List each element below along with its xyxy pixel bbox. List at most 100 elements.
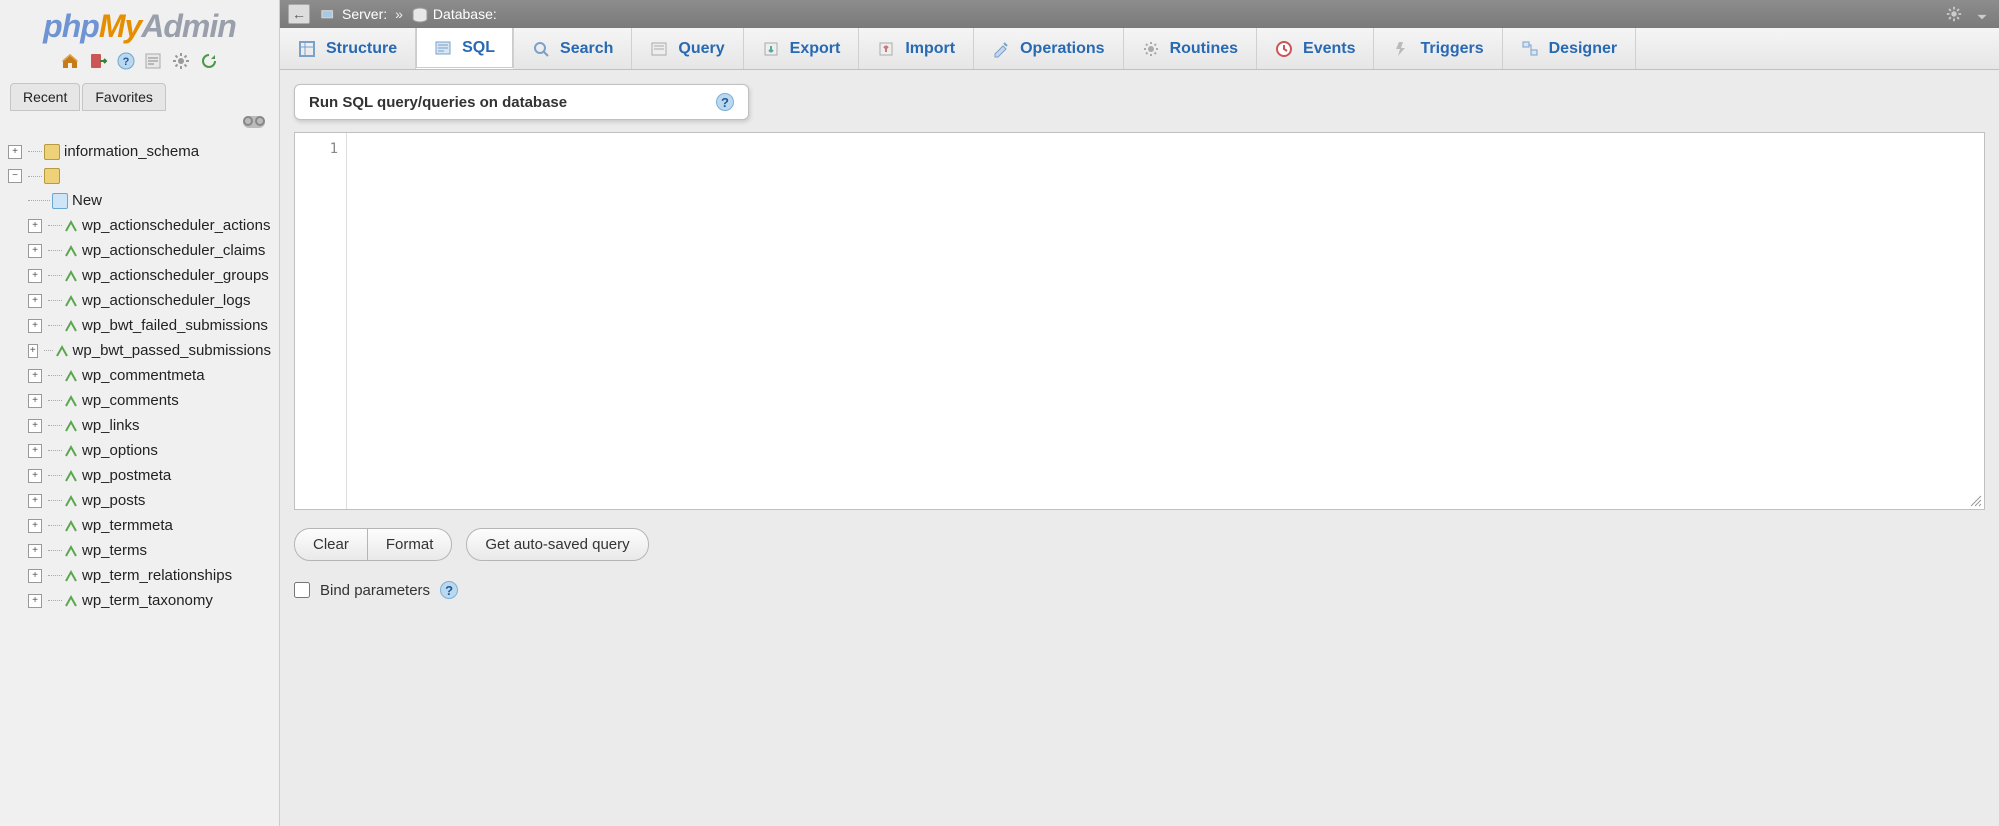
expand-icon[interactable]: + bbox=[28, 494, 42, 508]
expand-icon[interactable]: + bbox=[28, 519, 42, 533]
tree-table[interactable]: + wp_bwt_failed_submissions bbox=[26, 313, 273, 338]
tree-line bbox=[48, 500, 62, 501]
sql-icon[interactable] bbox=[143, 51, 163, 71]
tab-export[interactable]: Export bbox=[744, 28, 860, 69]
tree-table[interactable]: +wp_options bbox=[26, 438, 273, 463]
home-icon[interactable] bbox=[60, 51, 80, 71]
resize-handle-icon[interactable] bbox=[1968, 493, 1982, 507]
expand-icon[interactable]: + bbox=[28, 219, 42, 233]
clear-button[interactable]: Clear bbox=[294, 528, 368, 561]
table-icon bbox=[64, 369, 78, 383]
collapse-icon[interactable]: − bbox=[8, 169, 22, 183]
format-button[interactable]: Format bbox=[368, 528, 453, 561]
tab-operations[interactable]: Operations bbox=[974, 28, 1123, 69]
expand-icon[interactable]: + bbox=[28, 244, 42, 258]
help-icon[interactable]: ? bbox=[440, 581, 458, 599]
expand-icon[interactable]: + bbox=[28, 569, 42, 583]
reload-icon[interactable] bbox=[199, 51, 219, 71]
expand-icon[interactable]: + bbox=[8, 145, 22, 159]
expand-icon[interactable]: + bbox=[28, 294, 42, 308]
svg-text:?: ? bbox=[122, 56, 129, 68]
expand-icon[interactable]: + bbox=[28, 369, 42, 383]
expand-icon[interactable]: + bbox=[28, 319, 42, 333]
tree-table[interactable]: + wp_actionscheduler_groups bbox=[26, 263, 273, 288]
tree-line bbox=[28, 200, 50, 201]
tree-line bbox=[48, 300, 62, 301]
tab-import[interactable]: Import bbox=[859, 28, 974, 69]
sql-textarea[interactable] bbox=[347, 133, 1984, 509]
table-icon bbox=[64, 444, 78, 458]
tab-label: Operations bbox=[1020, 40, 1104, 58]
collapse-top-icon[interactable] bbox=[1973, 5, 1991, 23]
tree-table-label: wp_actionscheduler_actions bbox=[82, 217, 270, 234]
nav-panel-link-icon[interactable] bbox=[243, 116, 265, 128]
expand-icon[interactable]: + bbox=[28, 419, 42, 433]
tab-label: Structure bbox=[326, 40, 397, 58]
logout-icon[interactable] bbox=[88, 51, 108, 71]
tab-label: Designer bbox=[1549, 40, 1617, 58]
expand-icon[interactable]: + bbox=[28, 344, 38, 358]
expand-icon[interactable]: + bbox=[28, 394, 42, 408]
tree-line bbox=[28, 176, 42, 177]
tree-new-table[interactable]: New bbox=[26, 188, 273, 213]
breadcrumb-db-label: Database: bbox=[433, 6, 497, 22]
tab-triggers[interactable]: Triggers bbox=[1374, 28, 1502, 69]
table-icon bbox=[64, 269, 78, 283]
tab-label: Import bbox=[905, 40, 955, 58]
tab-search[interactable]: Search bbox=[514, 28, 632, 69]
tree-table-label: wp_bwt_failed_submissions bbox=[82, 317, 268, 334]
tree-line bbox=[48, 225, 62, 226]
tree-db-current[interactable]: − bbox=[6, 164, 273, 188]
expand-icon[interactable]: + bbox=[28, 444, 42, 458]
tab-label: Export bbox=[790, 40, 841, 58]
tree-table[interactable]: + wp_posts bbox=[26, 488, 273, 513]
tree-line bbox=[48, 600, 62, 601]
expand-icon[interactable]: + bbox=[28, 469, 42, 483]
tree-table[interactable]: +wp_actionscheduler_logs bbox=[26, 288, 273, 313]
tree-table[interactable]: +wp_bwt_passed_submissions bbox=[26, 338, 273, 363]
database-icon bbox=[44, 168, 60, 184]
tab-sql[interactable]: SQL bbox=[416, 28, 514, 69]
tab-structure[interactable]: Structure bbox=[280, 28, 416, 69]
import-icon bbox=[877, 40, 895, 58]
tree-table[interactable]: + wp_actionscheduler_actions bbox=[26, 213, 273, 238]
tree-db-information-schema[interactable]: + information_schema bbox=[6, 139, 273, 164]
tree-table[interactable]: +wp_links bbox=[26, 413, 273, 438]
tab-query[interactable]: Query bbox=[632, 28, 743, 69]
structure-icon bbox=[298, 40, 316, 58]
tree-table[interactable]: +wp_term_taxonomy bbox=[26, 588, 273, 613]
table-icon bbox=[64, 219, 78, 233]
bind-params-checkbox[interactable] bbox=[294, 582, 310, 598]
gear-icon[interactable] bbox=[1945, 5, 1963, 23]
database-icon bbox=[411, 7, 429, 21]
tab-label: SQL bbox=[462, 39, 495, 57]
help-icon[interactable]: ? bbox=[716, 93, 734, 111]
settings-icon[interactable] bbox=[171, 51, 191, 71]
expand-icon[interactable]: + bbox=[28, 594, 42, 608]
tree-table[interactable]: +wp_terms bbox=[26, 538, 273, 563]
sql-panel-title: Run SQL query/queries on database bbox=[309, 94, 567, 111]
expand-icon[interactable]: + bbox=[28, 544, 42, 558]
tree-table[interactable]: + wp_commentmeta bbox=[26, 363, 273, 388]
bind-params-label: Bind parameters bbox=[320, 582, 430, 599]
tree-table[interactable]: +wp_actionscheduler_claims bbox=[26, 238, 273, 263]
tab-routines[interactable]: Routines bbox=[1124, 28, 1257, 69]
nav-back-button[interactable]: ← bbox=[288, 4, 310, 24]
tree-table[interactable]: +wp_postmeta bbox=[26, 463, 273, 488]
tree-table-label: wp_commentmeta bbox=[82, 367, 205, 384]
autosaved-button[interactable]: Get auto-saved query bbox=[466, 528, 648, 561]
tree-new-label: New bbox=[72, 192, 102, 209]
favorites-tab[interactable]: Favorites bbox=[82, 83, 166, 111]
docs-icon[interactable]: ? bbox=[116, 51, 136, 71]
tree-table[interactable]: + wp_comments bbox=[26, 388, 273, 413]
recent-tab[interactable]: Recent bbox=[10, 83, 80, 111]
tree-table[interactable]: +wp_term_relationships bbox=[26, 563, 273, 588]
tree-line bbox=[48, 575, 62, 576]
tree-table-label: wp_posts bbox=[82, 492, 145, 509]
tree-table-label: wp_actionscheduler_groups bbox=[82, 267, 269, 284]
tree-table[interactable]: +wp_termmeta bbox=[26, 513, 273, 538]
tree-table-label: wp_comments bbox=[82, 392, 179, 409]
expand-icon[interactable]: + bbox=[28, 269, 42, 283]
tab-events[interactable]: Events bbox=[1257, 28, 1374, 69]
tab-designer[interactable]: Designer bbox=[1503, 28, 1636, 69]
